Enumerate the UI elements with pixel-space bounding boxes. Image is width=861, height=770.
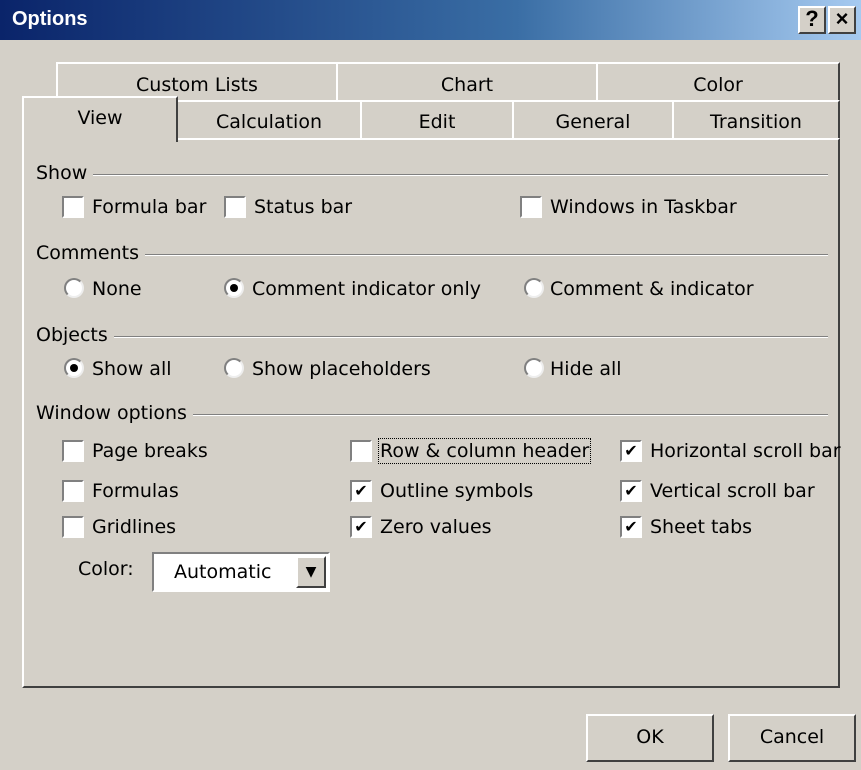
tab-view[interactable]: View (22, 96, 178, 142)
window-options-group-title: Window options (36, 402, 193, 424)
horizontal-scroll-bar-label[interactable]: Horizontal scroll bar (650, 440, 841, 462)
hide-all-radio[interactable] (524, 358, 544, 378)
formula-bar-checkbox[interactable] (62, 196, 84, 218)
show-group-divider (36, 174, 828, 176)
row-column-header-label[interactable]: Row & column header (377, 438, 592, 464)
close-button[interactable]: × (828, 6, 856, 34)
tab-transition[interactable]: Transition (672, 100, 840, 140)
status-bar-checkbox[interactable] (224, 196, 246, 218)
page-breaks-label[interactable]: Page breaks (92, 440, 208, 462)
formulas-checkbox[interactable] (62, 480, 84, 502)
chevron-down-icon[interactable]: ▼ (296, 556, 326, 588)
windows-in-taskbar-label[interactable]: Windows in Taskbar (550, 196, 737, 218)
hide-all-label[interactable]: Hide all (550, 358, 622, 380)
formulas-label[interactable]: Formulas (92, 480, 179, 502)
show-group-title: Show (36, 162, 94, 184)
show-all-radio[interactable] (64, 358, 84, 378)
comment-and-indicator-radio[interactable] (524, 278, 544, 298)
page-breaks-checkbox[interactable] (62, 440, 84, 462)
comments-group-divider (36, 254, 828, 256)
window-title: Options (12, 8, 88, 30)
cancel-button[interactable]: Cancel (728, 714, 856, 762)
color-select-value: Automatic (174, 561, 272, 583)
comments-none-radio[interactable] (64, 278, 84, 298)
outline-symbols-label[interactable]: Outline symbols (380, 480, 533, 502)
comment-indicator-only-radio[interactable] (224, 278, 244, 298)
outline-symbols-checkbox[interactable]: ✔ (350, 480, 372, 502)
gridlines-label[interactable]: Gridlines (92, 516, 176, 538)
vertical-scroll-bar-label[interactable]: Vertical scroll bar (650, 480, 815, 502)
color-label: Color: (78, 558, 134, 580)
color-select[interactable]: Automatic ▼ (152, 552, 330, 592)
zero-values-checkbox[interactable]: ✔ (350, 516, 372, 538)
comments-group-title: Comments (36, 242, 145, 264)
show-placeholders-label[interactable]: Show placeholders (252, 358, 431, 380)
tab-calculation[interactable]: Calculation (176, 100, 362, 140)
tab-chart[interactable]: Chart (336, 62, 598, 102)
tab-color[interactable]: Color (596, 62, 840, 102)
objects-group-divider (36, 336, 828, 338)
tab-general[interactable]: General (512, 100, 674, 140)
formula-bar-label[interactable]: Formula bar (92, 196, 206, 218)
sheet-tabs-checkbox[interactable]: ✔ (620, 516, 642, 538)
sheet-tabs-label[interactable]: Sheet tabs (650, 516, 752, 538)
vertical-scroll-bar-checkbox[interactable]: ✔ (620, 480, 642, 502)
gridlines-checkbox[interactable] (62, 516, 84, 538)
show-placeholders-radio[interactable] (224, 358, 244, 378)
ok-button[interactable]: OK (586, 714, 714, 762)
tab-edit[interactable]: Edit (360, 100, 514, 140)
horizontal-scroll-bar-checkbox[interactable]: ✔ (620, 440, 642, 462)
objects-group-title: Objects (36, 324, 114, 346)
show-all-label[interactable]: Show all (92, 358, 172, 380)
zero-values-label[interactable]: Zero values (380, 516, 492, 538)
comment-indicator-only-label[interactable]: Comment indicator only (252, 278, 481, 300)
title-bar: Options ? × (0, 0, 861, 40)
comment-and-indicator-label[interactable]: Comment & indicator (550, 278, 754, 300)
comments-none-label[interactable]: None (92, 278, 142, 300)
help-button[interactable]: ? (798, 6, 826, 34)
status-bar-label[interactable]: Status bar (254, 196, 352, 218)
row-column-header-checkbox[interactable] (350, 440, 372, 462)
windows-in-taskbar-checkbox[interactable] (520, 196, 542, 218)
